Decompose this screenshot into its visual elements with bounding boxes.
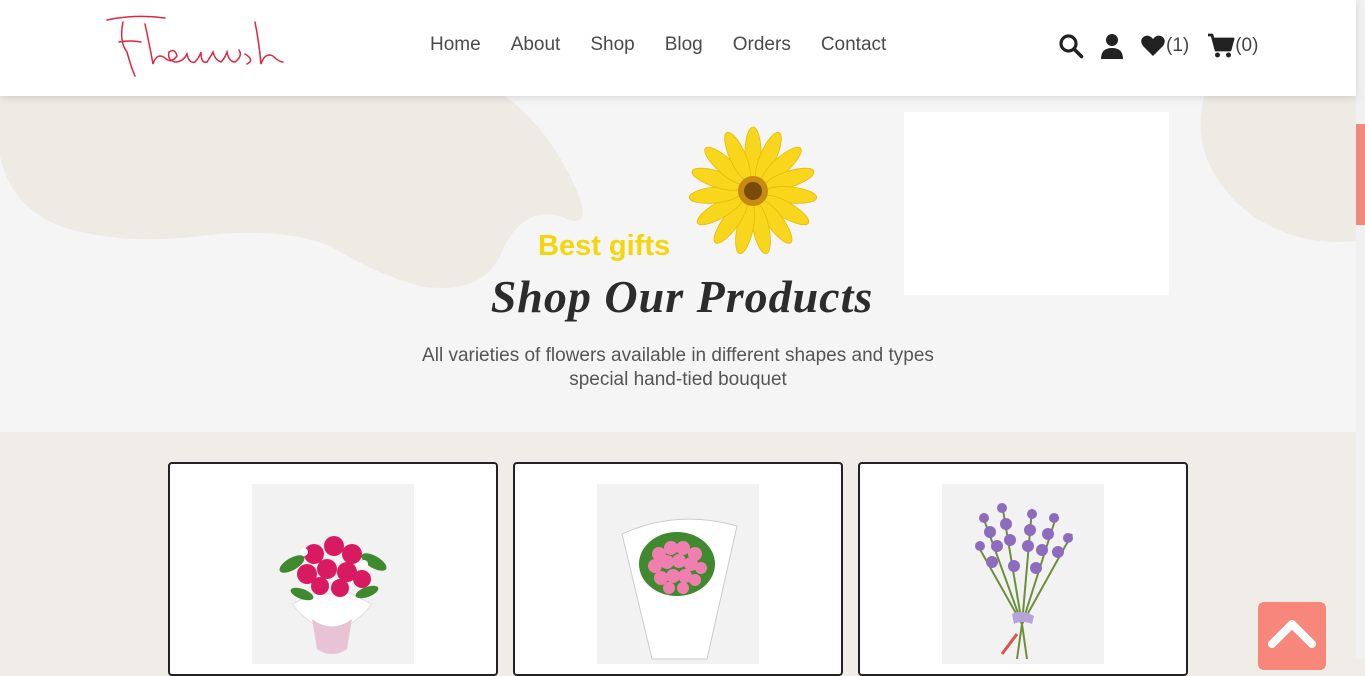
- page-scrollbar[interactable]: [1356, 0, 1365, 659]
- scrollbar-thumb[interactable]: [1356, 124, 1365, 225]
- cart-count: (0): [1235, 35, 1259, 56]
- heart-icon: [1141, 35, 1165, 56]
- sunflower-image: [688, 126, 818, 255]
- product-card[interactable]: [513, 462, 843, 676]
- nav-contact[interactable]: Contact: [821, 34, 886, 56]
- purple-orchid-bundle-image: [975, 503, 1073, 660]
- hero-description-line-2: special hand-tied bouquet: [569, 369, 787, 390]
- search-icon: [1059, 34, 1084, 59]
- chevron-up-icon: [1268, 620, 1316, 648]
- site-header: Home About Shop Blog Orders Contact (1): [0, 0, 1356, 96]
- product-grid: [168, 462, 1188, 676]
- product-card[interactable]: [858, 462, 1188, 676]
- pink-ball-bouquet-image: [621, 518, 738, 660]
- account-button[interactable]: [1100, 33, 1124, 59]
- hero-description-line-1: All varieties of flowers available in di…: [422, 345, 934, 366]
- nav-blog[interactable]: Blog: [665, 34, 703, 56]
- user-icon: [1101, 34, 1123, 59]
- product-image-pink-ball[interactable]: [597, 484, 759, 664]
- wishlist-button[interactable]: (1): [1140, 34, 1189, 58]
- hero-image-placeholder: [904, 112, 1169, 295]
- hero-kicker: Best gifts: [538, 230, 671, 262]
- product-image-pink-roses[interactable]: [252, 484, 414, 664]
- nav-shop[interactable]: Shop: [590, 34, 634, 56]
- product-card[interactable]: [168, 462, 498, 676]
- hero-title: Shop Our Products: [490, 271, 874, 322]
- pink-rose-bouquet-image: [279, 536, 387, 654]
- cart-button[interactable]: (0): [1207, 33, 1258, 59]
- wishlist-count: (1): [1166, 35, 1190, 56]
- nav-about[interactable]: About: [511, 34, 561, 56]
- nav-orders[interactable]: Orders: [733, 34, 791, 56]
- flourish-logo[interactable]: [105, 12, 285, 82]
- header-icons: (1) (0): [1058, 33, 1258, 59]
- decorative-blob-right: [1200, 96, 1356, 242]
- nav-home[interactable]: Home: [430, 34, 481, 56]
- main-nav: Home About Shop Blog Orders Contact: [430, 34, 886, 56]
- cart-icon: [1208, 33, 1235, 58]
- hero-section: Best gifts Shop Our Products All varieti…: [0, 96, 1356, 432]
- product-image-purple-orchids[interactable]: [942, 484, 1104, 664]
- search-button[interactable]: [1058, 33, 1084, 59]
- hero-description: All varieties of flowers available in di…: [0, 344, 1356, 392]
- scroll-to-top-button[interactable]: [1258, 602, 1326, 670]
